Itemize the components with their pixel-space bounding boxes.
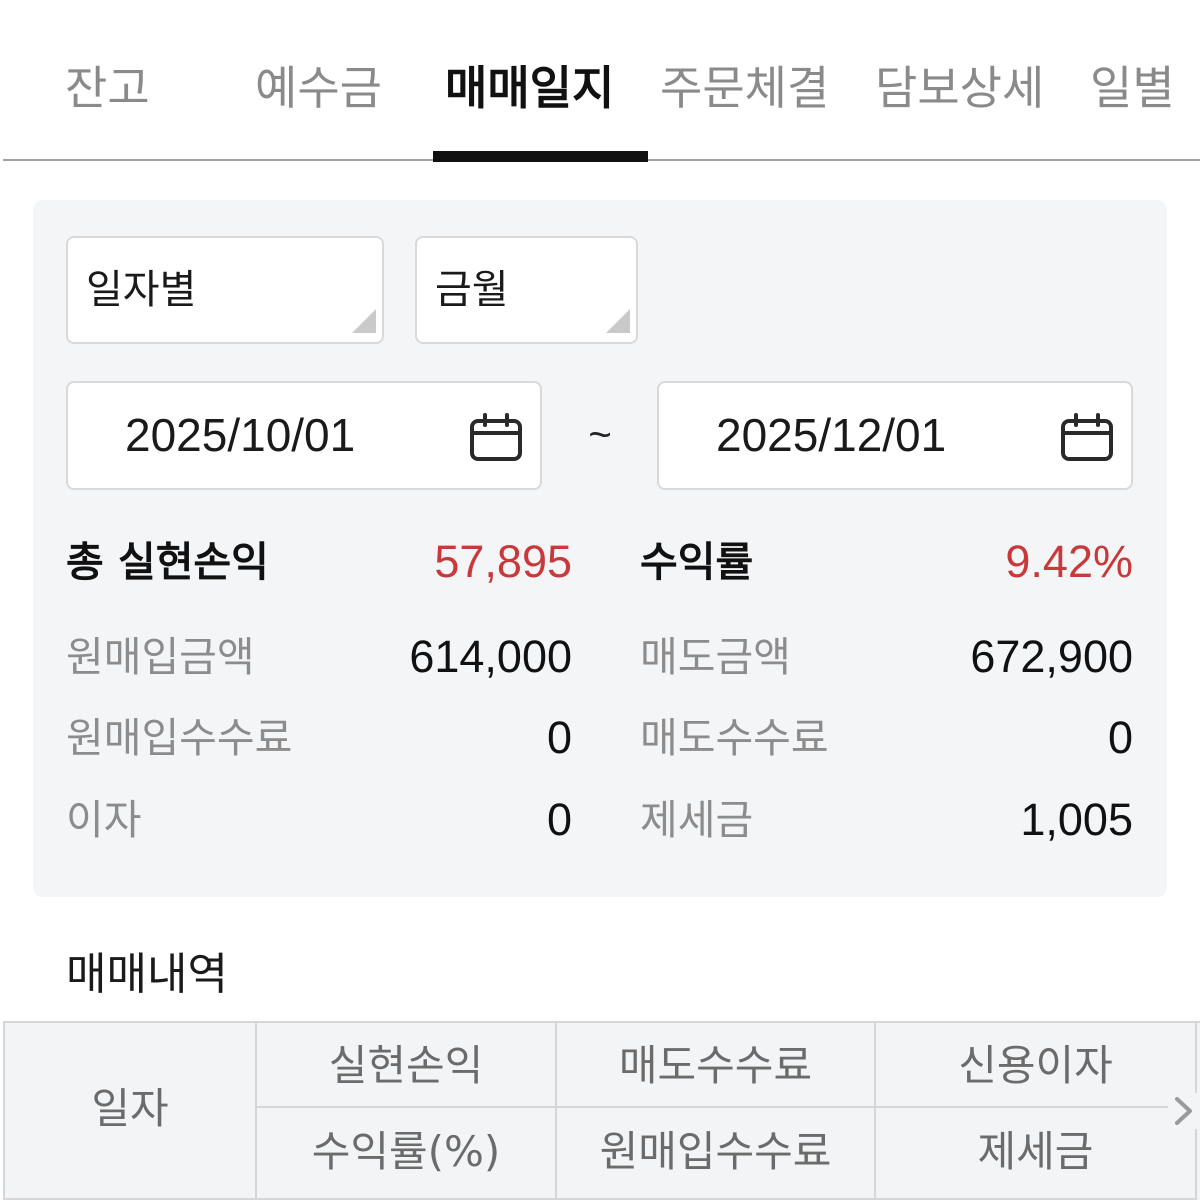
summary-purchase-amount: 원매입금액 614,000 bbox=[66, 627, 572, 687]
date-range-separator: ~ bbox=[588, 413, 612, 457]
start-date-value: 2025/10/01 bbox=[125, 409, 356, 461]
calendar-icon[interactable] bbox=[468, 412, 524, 462]
tab-balance[interactable]: 잔고 bbox=[65, 58, 150, 118]
trade-history-table-header: 일자 실현손익 수익률(%) 매도수수료 원매입수수료 신용이자 제세금 bbox=[3, 1021, 1200, 1200]
end-date-input[interactable]: 2025/12/01 bbox=[657, 381, 1133, 490]
trade-history-title: 매매내역 bbox=[66, 949, 228, 1000]
calendar-icon[interactable] bbox=[1059, 412, 1115, 462]
chevron-right-icon[interactable] bbox=[1168, 1093, 1198, 1129]
sell-fee-value: 0 bbox=[1107, 712, 1133, 763]
tab-trading-journal[interactable]: 매매일지 bbox=[445, 58, 614, 118]
column-header-purchase-fee[interactable]: 원매입수수료 bbox=[557, 1108, 876, 1200]
summary-realized-pnl: 총 실현손익 57,895 bbox=[66, 532, 572, 592]
column-header-credit-interest[interactable]: 신용이자 bbox=[876, 1023, 1197, 1108]
period-preset-select[interactable]: 금월 bbox=[415, 236, 638, 344]
period-type-select[interactable]: 일자별 bbox=[66, 236, 384, 344]
sell-amount-value: 672,900 bbox=[970, 631, 1133, 682]
active-tab-indicator bbox=[433, 151, 648, 162]
summary-purchase-fee: 원매입수수료 0 bbox=[66, 708, 572, 768]
interest-label: 이자 bbox=[66, 796, 142, 844]
tab-order-execution[interactable]: 주문체결 bbox=[660, 58, 829, 118]
select-caret-icon bbox=[606, 309, 630, 333]
realized-pnl-label: 총 실현손익 bbox=[66, 538, 269, 586]
period-type-value: 일자별 bbox=[86, 267, 197, 313]
column-header-return-rate[interactable]: 수익률(%) bbox=[257, 1108, 557, 1200]
filter-summary-panel: 일자별 금월 2025/10/01 ~ 2025/12/01 총 실현손익 57… bbox=[33, 200, 1167, 897]
tab-bar: 잔고 예수금 매매일지 주문체결 담보상세 일별 bbox=[0, 0, 1200, 162]
return-rate-label: 수익률 bbox=[640, 538, 754, 586]
tax-label: 제세금 bbox=[640, 796, 754, 844]
summary-sell-fee: 매도수수료 0 bbox=[640, 708, 1133, 768]
purchase-fee-value: 0 bbox=[546, 712, 572, 763]
purchase-fee-label: 원매입수수료 bbox=[66, 714, 293, 762]
purchase-amount-value: 614,000 bbox=[409, 631, 572, 682]
column-header-realized-pnl[interactable]: 실현손익 bbox=[257, 1023, 557, 1108]
column-header-date[interactable]: 일자 bbox=[5, 1023, 257, 1200]
tax-value: 1,005 bbox=[1020, 794, 1133, 845]
tab-deposit[interactable]: 예수금 bbox=[255, 58, 382, 118]
summary-interest: 이자 0 bbox=[66, 790, 572, 850]
sell-fee-label: 매도수수료 bbox=[640, 714, 829, 762]
select-caret-icon bbox=[352, 309, 376, 333]
summary-return-rate: 수익률 9.42% bbox=[640, 532, 1133, 592]
purchase-amount-label: 원매입금액 bbox=[66, 633, 255, 681]
realized-pnl-value: 57,895 bbox=[434, 536, 572, 587]
return-rate-value: 9.42% bbox=[1005, 536, 1133, 587]
summary-tax: 제세금 1,005 bbox=[640, 790, 1133, 850]
column-header-sell-fee[interactable]: 매도수수료 bbox=[557, 1023, 876, 1108]
interest-value: 0 bbox=[546, 794, 572, 845]
tab-daily[interactable]: 일별 bbox=[1090, 58, 1175, 118]
period-preset-value: 금월 bbox=[435, 267, 509, 313]
end-date-value: 2025/12/01 bbox=[716, 409, 947, 461]
start-date-input[interactable]: 2025/10/01 bbox=[66, 381, 542, 490]
sell-amount-label: 매도금액 bbox=[640, 633, 791, 681]
tab-collateral-detail[interactable]: 담보상세 bbox=[875, 58, 1044, 118]
column-header-tax[interactable]: 제세금 bbox=[876, 1108, 1197, 1200]
summary-sell-amount: 매도금액 672,900 bbox=[640, 627, 1133, 687]
